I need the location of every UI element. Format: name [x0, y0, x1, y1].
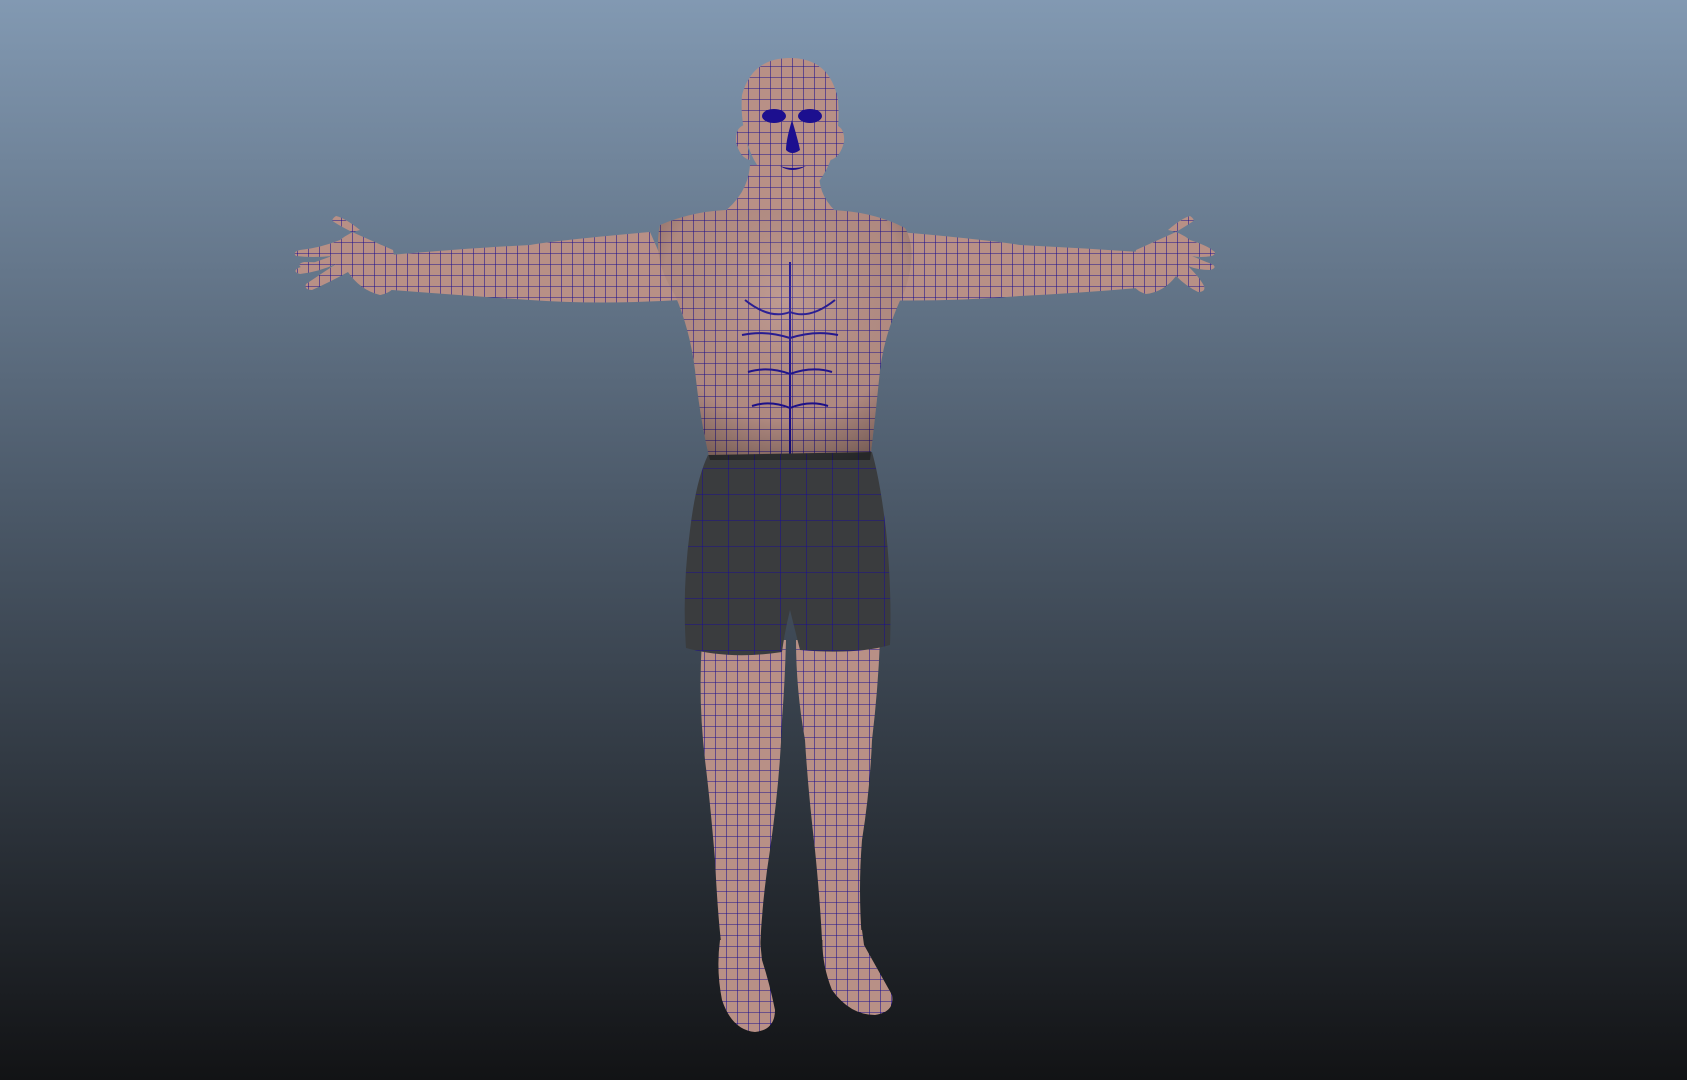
3d-viewport[interactable]: [0, 0, 1687, 1080]
viewport-canvas[interactable]: [0, 0, 1687, 1080]
